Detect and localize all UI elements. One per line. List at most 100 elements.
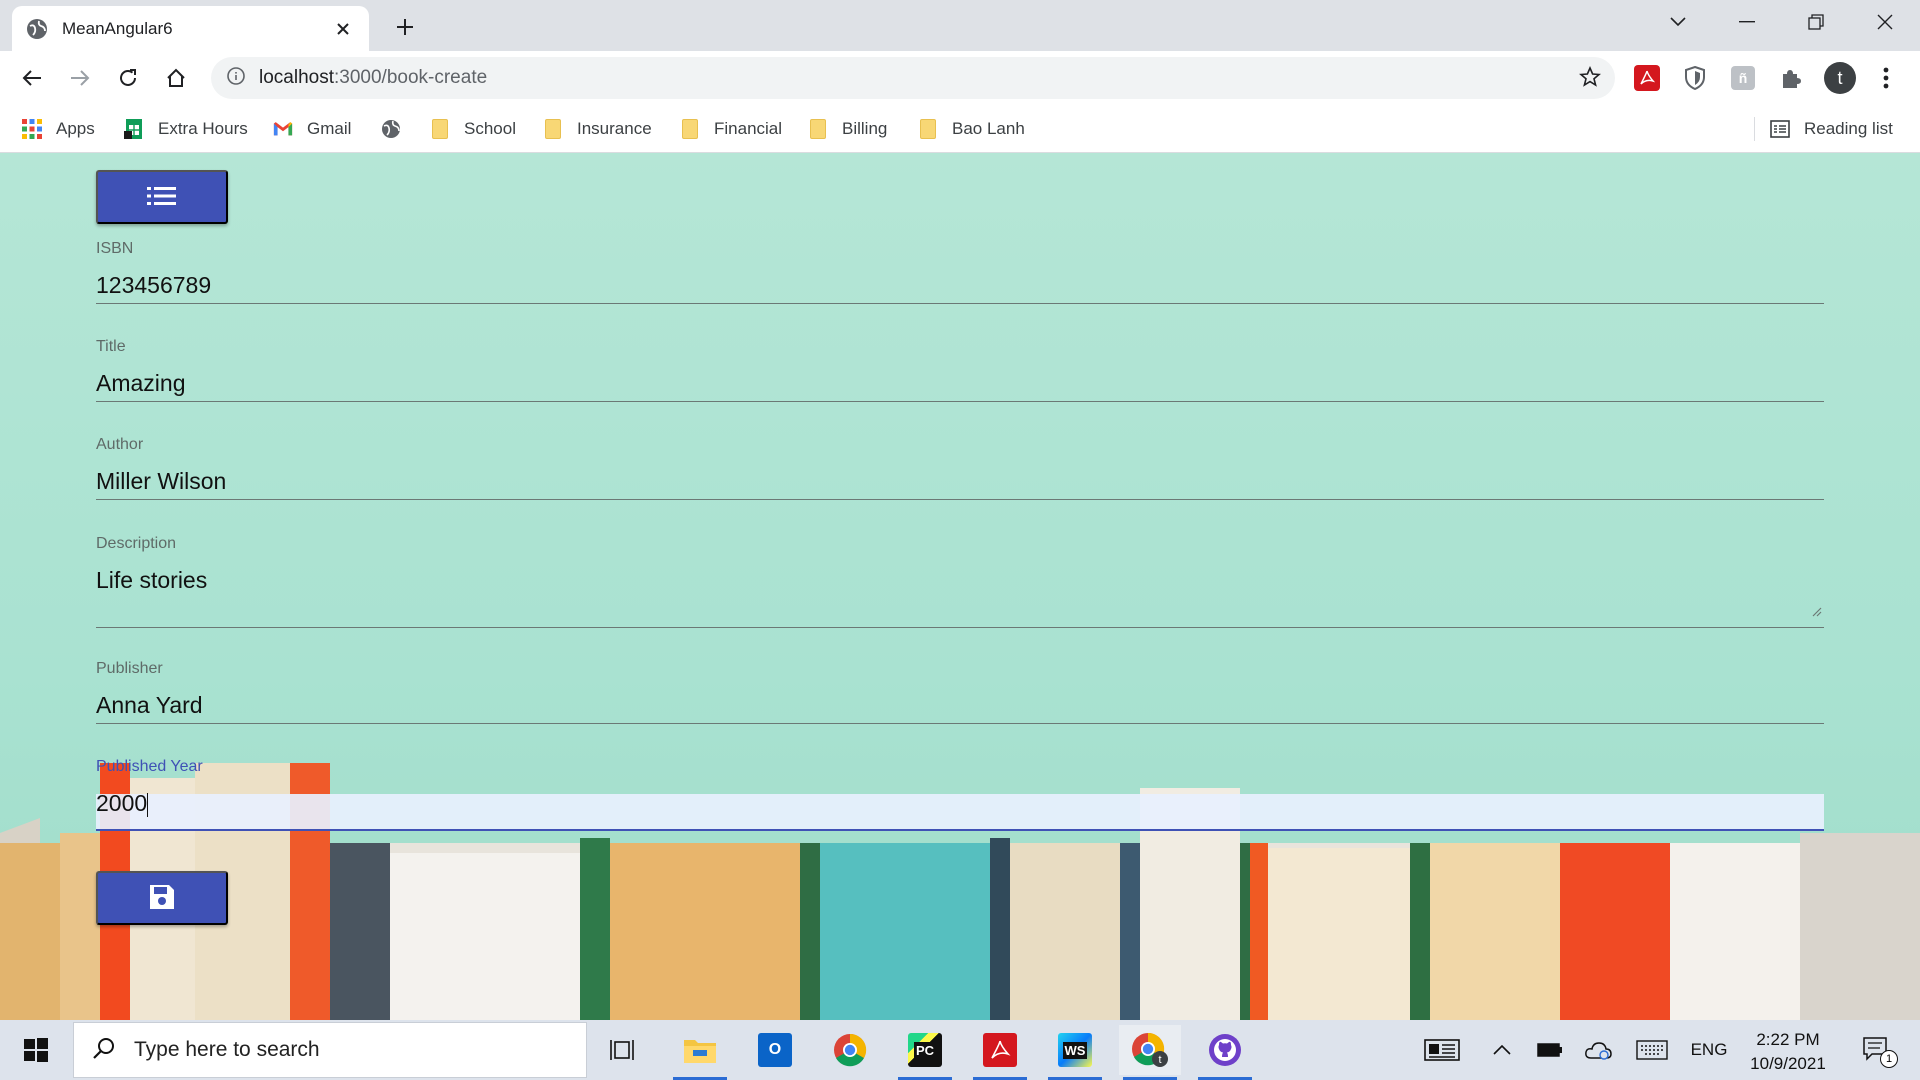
sheets-icon	[124, 119, 144, 139]
new-tab-button[interactable]	[390, 12, 420, 42]
acrobat-icon	[983, 1033, 1017, 1067]
search-placeholder: Type here to search	[134, 1038, 320, 1061]
reload-button[interactable]	[112, 62, 144, 94]
news-widget-icon[interactable]	[1420, 1020, 1464, 1080]
author-label: Author	[96, 436, 144, 453]
battery-icon[interactable]	[1530, 1020, 1570, 1080]
file-explorer-icon	[684, 1040, 716, 1063]
bookmark-gmail[interactable]: Gmail	[273, 116, 351, 142]
isbn-field[interactable]: ISBN 123456789	[96, 240, 1824, 304]
profile-avatar[interactable]: t	[1823, 61, 1857, 95]
published-year-label: Published Year	[96, 758, 203, 775]
onedrive-cloud-icon[interactable]	[1578, 1020, 1618, 1080]
forward-button[interactable]	[64, 62, 96, 94]
title-input[interactable]: Amazing	[96, 370, 1824, 400]
bookmark-globe[interactable]	[381, 116, 415, 142]
show-hidden-icons-chevron-icon[interactable]	[1484, 1020, 1520, 1080]
acrobat-extension-icon[interactable]	[1633, 64, 1661, 92]
pycharm-app[interactable]: PC	[894, 1025, 956, 1080]
resize-handle-icon[interactable]	[1810, 604, 1822, 622]
start-button[interactable]	[0, 1020, 72, 1080]
restore-button[interactable]	[1782, 0, 1850, 44]
published-year-input[interactable]: 2000	[96, 790, 1824, 820]
bookmarks-divider	[1754, 117, 1755, 141]
bookmark-financial[interactable]: Financial	[680, 116, 782, 142]
chrome-profile-app[interactable]: t	[1119, 1025, 1181, 1080]
folder-icon	[918, 119, 938, 139]
taskbar-search-box[interactable]: Type here to search	[73, 1022, 587, 1078]
save-button[interactable]	[96, 871, 228, 925]
close-window-button[interactable]	[1851, 0, 1919, 44]
chrome-app[interactable]	[819, 1025, 881, 1075]
floppy-disk-icon	[148, 883, 176, 914]
bookmark-school[interactable]: School	[430, 116, 516, 142]
bookmark-bao-lanh[interactable]: Bao Lanh	[918, 116, 1025, 142]
description-field[interactable]: Description Life stories	[96, 535, 1824, 628]
bookmark-label: Bao Lanh	[952, 119, 1025, 138]
published-year-field[interactable]: Published Year 2000	[96, 758, 1824, 831]
windows-taskbar: Type here to search O PC WS t ENG 2:22 P…	[0, 1020, 1920, 1080]
search-icon	[92, 1036, 116, 1065]
profile-initial: t	[1824, 62, 1856, 94]
author-field[interactable]: Author Miller Wilson	[96, 436, 1824, 500]
bookmark-apps[interactable]: Apps	[22, 116, 95, 142]
bookmark-label: Billing	[842, 119, 888, 138]
system-clock[interactable]: 2:22 PM 10/9/2021	[1738, 1028, 1838, 1076]
bookmark-label: Gmail	[307, 119, 352, 138]
publisher-underline	[96, 723, 1824, 724]
globe-icon	[381, 119, 401, 139]
description-textarea[interactable]: Life stories	[96, 567, 1824, 597]
isbn-underline	[96, 303, 1824, 304]
author-input[interactable]: Miller Wilson	[96, 468, 1824, 498]
language-label: ENG	[1690, 1040, 1728, 1059]
clock-time: 2:22 PM	[1756, 1030, 1820, 1049]
webstorm-app[interactable]: WS	[1044, 1025, 1106, 1080]
bookmark-star-icon[interactable]	[1579, 65, 1601, 93]
translate-extension-icon[interactable]: ñ	[1729, 64, 1757, 92]
close-tab-icon[interactable]	[331, 17, 355, 41]
tab-search-icon[interactable]	[1644, 0, 1712, 44]
publisher-field[interactable]: Publisher Anna Yard	[96, 660, 1824, 724]
isbn-input[interactable]: 123456789	[96, 272, 1824, 302]
extensions-puzzle-icon[interactable]	[1777, 64, 1805, 92]
folder-icon	[430, 119, 450, 139]
pycharm-icon: PC	[908, 1033, 942, 1067]
notification-center-button[interactable]: 1	[1852, 1020, 1902, 1080]
acrobat-app[interactable]	[969, 1025, 1031, 1080]
github-desktop-icon	[1209, 1034, 1241, 1066]
site-info-icon[interactable]	[227, 66, 245, 90]
outlook-app[interactable]: O	[744, 1025, 806, 1075]
title-field[interactable]: Title Amazing	[96, 338, 1824, 402]
book-list-button[interactable]	[96, 170, 228, 224]
task-view-button[interactable]	[595, 1020, 651, 1080]
github-desktop-app[interactable]	[1194, 1025, 1256, 1080]
title-label: Title	[96, 338, 126, 355]
back-button[interactable]	[16, 62, 48, 94]
clock-date: 10/9/2021	[1750, 1054, 1826, 1073]
task-view-icon	[610, 1040, 634, 1060]
bookmark-insurance[interactable]: Insurance	[543, 116, 652, 142]
reading-list-icon	[1770, 119, 1790, 139]
file-explorer-app[interactable]	[669, 1025, 731, 1080]
publisher-input[interactable]: Anna Yard	[96, 692, 1824, 722]
url-path: :3000/book-create	[334, 67, 488, 88]
bookmark-extra-hours[interactable]: Extra Hours	[124, 116, 248, 142]
kebab-menu-icon[interactable]	[1872, 64, 1900, 92]
reading-list-button[interactable]: Reading list	[1770, 116, 1893, 142]
bookmark-billing[interactable]: Billing	[808, 116, 887, 142]
language-indicator[interactable]: ENG	[1684, 1020, 1734, 1080]
shield-extension-icon[interactable]	[1681, 64, 1709, 92]
globe-icon	[26, 18, 48, 40]
folder-icon	[808, 119, 828, 139]
minimize-button[interactable]	[1713, 0, 1781, 44]
address-bar[interactable]: localhost:3000/book-create	[211, 57, 1615, 99]
home-button[interactable]	[160, 62, 192, 94]
touch-keyboard-icon[interactable]	[1630, 1020, 1674, 1080]
isbn-label: ISBN	[96, 240, 134, 257]
bookmark-label: Extra Hours	[158, 119, 248, 138]
list-icon	[147, 185, 177, 210]
text-caret	[147, 792, 149, 817]
chrome-profile-icon: t	[1132, 1032, 1168, 1067]
folder-icon	[680, 119, 700, 139]
browser-tab[interactable]: MeanAngular6	[12, 6, 369, 51]
